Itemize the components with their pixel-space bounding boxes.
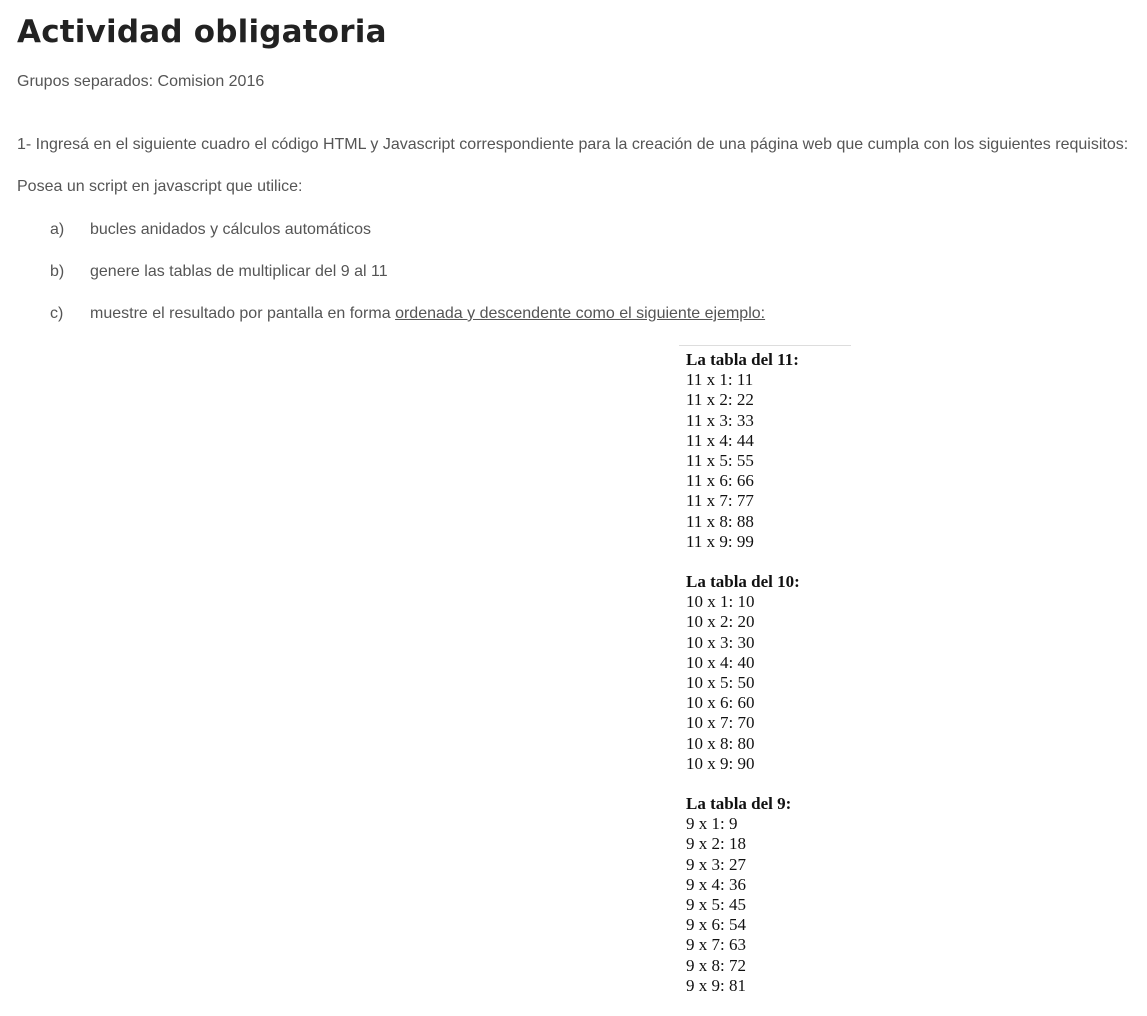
table-title: La tabla del 9: <box>686 794 792 814</box>
page-title: Actividad obligatoria <box>17 14 387 50</box>
table-row: 11 x 3: 33 <box>686 410 754 430</box>
group-mode-label: Grupos separados: Comision 2016 <box>17 73 265 90</box>
table-row: 9 x 2: 18 <box>686 834 746 854</box>
table-row: 10 x 5: 50 <box>686 673 755 693</box>
table-row: 11 x 7: 77 <box>686 491 754 511</box>
table-row: 11 x 1: 11 <box>686 370 754 390</box>
table-row: 10 x 2: 20 <box>686 612 755 632</box>
multiplication-table-10: La tabla del 10: 10 x 1: 10 10 x 2: 20 1… <box>679 572 851 774</box>
table-row: 10 x 4: 40 <box>686 652 755 672</box>
requirement-text: muestre el resultado por pantalla en for… <box>90 305 396 322</box>
multiplication-table-11: La tabla del 11: 11 x 1: 11 11 x 2: 22 1… <box>679 350 851 552</box>
requirement-item-a: a) bucles anidados y cálculos automáticos <box>50 221 371 239</box>
table-row: 9 x 8: 72 <box>686 955 746 975</box>
table-row: 10 x 9: 90 <box>686 753 755 773</box>
requirement-marker: b) <box>50 263 65 280</box>
table-row: 11 x 9: 99 <box>686 531 754 551</box>
table-row: 9 x 3: 27 <box>686 854 746 874</box>
table-row: 10 x 6: 60 <box>686 693 755 713</box>
table-row: 10 x 7: 70 <box>686 713 755 733</box>
table-row: 11 x 4: 44 <box>686 430 754 450</box>
requirement-underlined-text: ordenada y descendente como el siguiente… <box>395 305 766 322</box>
table-row: 10 x 3: 30 <box>686 632 755 652</box>
activity-instructions: 1- Ingresá en el siguiente cuadro el cód… <box>17 136 1129 153</box>
table-row: 9 x 6: 54 <box>686 915 746 935</box>
table-row: 9 x 5: 45 <box>686 895 746 915</box>
requirement-item-c: c) muestre el resultado por pantalla en f… <box>50 305 765 323</box>
table-row: 10 x 8: 80 <box>686 733 755 753</box>
requirement-marker: a) <box>50 221 65 238</box>
table-row: 10 x 1: 10 <box>686 592 755 612</box>
table-row: 11 x 2: 22 <box>686 390 754 410</box>
requirement-text: bucles anidados y cálculos automáticos <box>90 221 372 238</box>
table-row: 11 x 6: 66 <box>686 471 754 491</box>
example-output: La tabla del 11: 11 x 1: 11 11 x 2: 22 1… <box>679 345 851 1016</box>
requirement-text: genere las tablas de multiplicar del 9 a… <box>90 263 388 280</box>
table-title: La tabla del 11: <box>686 350 799 369</box>
activity-subintro: Posea un script en javascript que utilic… <box>17 178 303 195</box>
table-row: 9 x 7: 63 <box>686 935 746 955</box>
table-row: 9 x 9: 81 <box>686 975 746 995</box>
table-row: 9 x 1: 9 <box>686 814 738 834</box>
requirement-item-b: b) genere las tablas de multiplicar del 9… <box>50 263 388 281</box>
table-row: 11 x 5: 55 <box>686 451 754 471</box>
table-title: La tabla del 10: <box>686 572 800 592</box>
table-row: 9 x 4: 36 <box>686 874 746 894</box>
multiplication-table-9: La tabla del 9: 9 x 1: 9 9 x 2: 18 9 x 3… <box>679 794 851 996</box>
requirement-marker: c) <box>50 305 64 322</box>
table-row: 11 x 8: 88 <box>686 511 754 531</box>
